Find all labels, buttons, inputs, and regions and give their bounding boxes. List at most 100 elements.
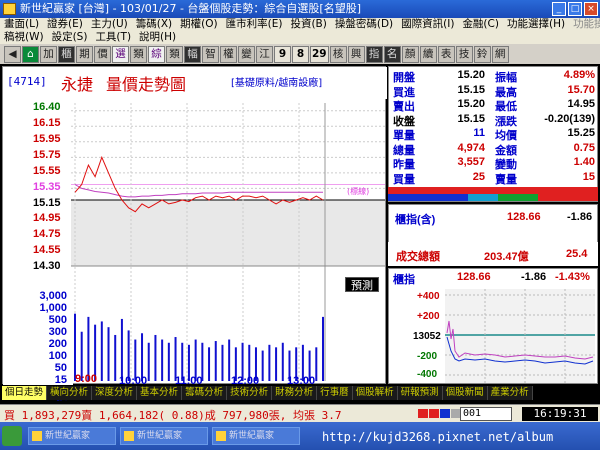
price-tick-label: 16.15 bbox=[33, 117, 61, 129]
mini-chart-label: 櫃指 bbox=[393, 274, 415, 286]
index-label: 櫃指(含) bbox=[395, 214, 436, 226]
mini-tick-label: 13052 bbox=[413, 331, 441, 342]
toolbar-button[interactable]: 核 bbox=[329, 45, 347, 63]
menu-item[interactable]: 主力(U) bbox=[91, 18, 128, 31]
taskbar-item[interactable]: 新世紀贏家 bbox=[120, 427, 208, 445]
menu-item[interactable]: 期權(O) bbox=[180, 18, 217, 31]
tab-horizontal[interactable]: 橫向分析 bbox=[47, 386, 93, 400]
toolbar-button[interactable]: 櫃 bbox=[58, 45, 75, 63]
toolbar-button[interactable]: 類 bbox=[130, 45, 147, 63]
reference-label: (標線) bbox=[347, 186, 369, 196]
intraday-plot[interactable]: (標線) bbox=[71, 101, 385, 383]
toolbar-button[interactable]: 江 bbox=[256, 45, 273, 63]
tab-depth[interactable]: 深度分析 bbox=[92, 386, 138, 400]
tab-news[interactable]: 個股新聞 bbox=[442, 386, 488, 400]
volume-bar bbox=[167, 342, 170, 381]
taskbar: 新世紀贏家 新世紀贏家 新世紀贏家 http://kujd3268.pixnet… bbox=[0, 422, 600, 450]
start-button[interactable] bbox=[2, 426, 22, 446]
quote-value: 1.40 bbox=[573, 156, 595, 168]
price-tick-label: 14.55 bbox=[33, 244, 61, 256]
tab-technical[interactable]: 技術分析 bbox=[227, 386, 273, 400]
menu-item[interactable]: 說明(H) bbox=[139, 31, 176, 44]
quote-value: 14.95 bbox=[567, 98, 595, 110]
toolbar-button[interactable]: 綜 bbox=[148, 45, 165, 63]
quote-value: 25 bbox=[472, 170, 485, 183]
tab-chips[interactable]: 籌碼分析 bbox=[182, 386, 228, 400]
menu-item[interactable]: 投資(B) bbox=[290, 18, 326, 31]
menu-item[interactable]: 證券(E) bbox=[47, 18, 83, 31]
volume-bar bbox=[268, 344, 271, 381]
volume-tick-label: 3,000 bbox=[39, 290, 67, 302]
toolbar-button[interactable]: 8 bbox=[292, 45, 309, 63]
volume-bar bbox=[228, 339, 231, 381]
toolbar-button[interactable]: 期 bbox=[76, 45, 93, 63]
close-button[interactable]: × bbox=[584, 2, 598, 16]
predict-button[interactable]: 預測 bbox=[345, 277, 379, 292]
menu-item[interactable]: 匯市利率(E) bbox=[226, 18, 283, 31]
menu-item[interactable]: 工具(T) bbox=[95, 31, 131, 44]
toolbar-button[interactable]: 類 bbox=[166, 45, 183, 63]
price-tick-label: 15.15 bbox=[33, 197, 61, 209]
stock-code-input[interactable]: 001 bbox=[460, 407, 512, 421]
otc-index-mini-chart[interactable]: 櫃指 128.66 -1.86 -1.43% +400 +200 13052 -… bbox=[388, 268, 598, 384]
toolbar-button[interactable]: 興 bbox=[347, 45, 365, 63]
price-tick-label: 15.75 bbox=[33, 149, 61, 161]
toolbar-button[interactable]: 名 bbox=[383, 45, 401, 63]
time-tick-label: 9:00 bbox=[75, 373, 98, 385]
home-icon[interactable]: ⌂ bbox=[22, 45, 39, 63]
window-titlebar[interactable]: 新世紀贏家 [台灣] - 103/01/27 - 台盤個股走勢：綜合自選股[名望… bbox=[0, 0, 600, 18]
main-area: [4714] 永捷 量價走勢圖 [基礎原料/越南設廠] 16.40 16.15 … bbox=[0, 64, 600, 404]
toolbar-button[interactable]: 權 bbox=[220, 45, 237, 63]
chart-header: [4714] 永捷 量價走勢圖 [基礎原料/越南設廠] bbox=[3, 67, 387, 99]
volume-bar bbox=[114, 334, 117, 381]
price-volume-chart-panel[interactable]: [4714] 永捷 量價走勢圖 [基礎原料/越南設廠] 16.40 16.15 … bbox=[2, 66, 387, 402]
price-tick-label: 15.55 bbox=[33, 165, 61, 177]
y-axis: 16.40 16.15 15.95 15.75 15.55 15.35 15.1… bbox=[3, 99, 73, 402]
taskbar-item[interactable]: 新世紀贏家 bbox=[28, 427, 116, 445]
tab-intraday[interactable]: 個日走勢 bbox=[2, 386, 48, 400]
menu-item[interactable]: 金融(C) bbox=[462, 18, 499, 31]
toolbar-button[interactable]: 價 bbox=[94, 45, 111, 63]
volume-area-bg bbox=[71, 281, 385, 381]
stock-name: 永捷 bbox=[61, 75, 94, 94]
menu-item[interactable]: 國際資訊(I) bbox=[401, 18, 454, 31]
toolbar-button[interactable]: 智 bbox=[202, 45, 219, 63]
menu-item[interactable]: 籌碼(X) bbox=[136, 18, 172, 31]
toolbar-button[interactable]: 29 bbox=[310, 45, 329, 63]
toolbar-button[interactable]: 續 bbox=[419, 45, 437, 63]
watermark-url: http://kujd3268.pixnet.net/album bbox=[322, 430, 554, 444]
tab-research[interactable]: 研報預測 bbox=[397, 386, 443, 400]
toolbar-button[interactable]: 表 bbox=[437, 45, 455, 63]
menu-item[interactable]: 功能選擇(H) bbox=[507, 18, 565, 31]
tab-calendar[interactable]: 行事曆 bbox=[317, 386, 353, 400]
menu-item[interactable]: 畫面(L) bbox=[4, 18, 39, 31]
minimize-button[interactable]: _ bbox=[552, 2, 566, 16]
turnover-value: 203.47億 bbox=[484, 251, 529, 263]
below-ref-shade bbox=[71, 200, 385, 266]
toolbar-button[interactable]: 9 bbox=[274, 45, 291, 63]
toolbar-button[interactable]: 加 bbox=[40, 45, 57, 63]
menu-item[interactable]: 稿視(W) bbox=[4, 31, 44, 44]
toolbar-nav-left-icon[interactable]: ◀ bbox=[4, 45, 21, 63]
menu-item[interactable]: 設定(S) bbox=[52, 31, 88, 44]
taskbar-item[interactable]: 新世紀贏家 bbox=[212, 427, 300, 445]
toolbar-button[interactable]: 選 bbox=[112, 45, 129, 63]
price-tick-label: 16.40 bbox=[33, 101, 61, 113]
toolbar-button[interactable]: 鈴 bbox=[473, 45, 491, 63]
toolbar-button[interactable]: 變 bbox=[238, 45, 255, 63]
tab-financial[interactable]: 財務分析 bbox=[272, 386, 318, 400]
tab-fundamental[interactable]: 基本分析 bbox=[137, 386, 183, 400]
tab-industry[interactable]: 產業分析 bbox=[487, 386, 533, 400]
quote-value: 15.25 bbox=[567, 127, 595, 139]
quote-label: 買量 bbox=[393, 173, 415, 186]
quote-value: 4,974 bbox=[457, 141, 485, 154]
maximize-button[interactable]: □ bbox=[568, 2, 582, 16]
toolbar-button[interactable]: 技 bbox=[455, 45, 473, 63]
toolbar-button[interactable]: 幅 bbox=[184, 45, 201, 63]
quote-value: 15.15 bbox=[457, 112, 485, 125]
toolbar-button[interactable]: 顏 bbox=[401, 45, 419, 63]
toolbar-button[interactable]: 網 bbox=[491, 45, 509, 63]
menu-item[interactable]: 操盤密碼(D) bbox=[335, 18, 393, 31]
toolbar-button[interactable]: 指 bbox=[365, 45, 383, 63]
tab-stock-analysis[interactable]: 個股解析 bbox=[352, 386, 398, 400]
